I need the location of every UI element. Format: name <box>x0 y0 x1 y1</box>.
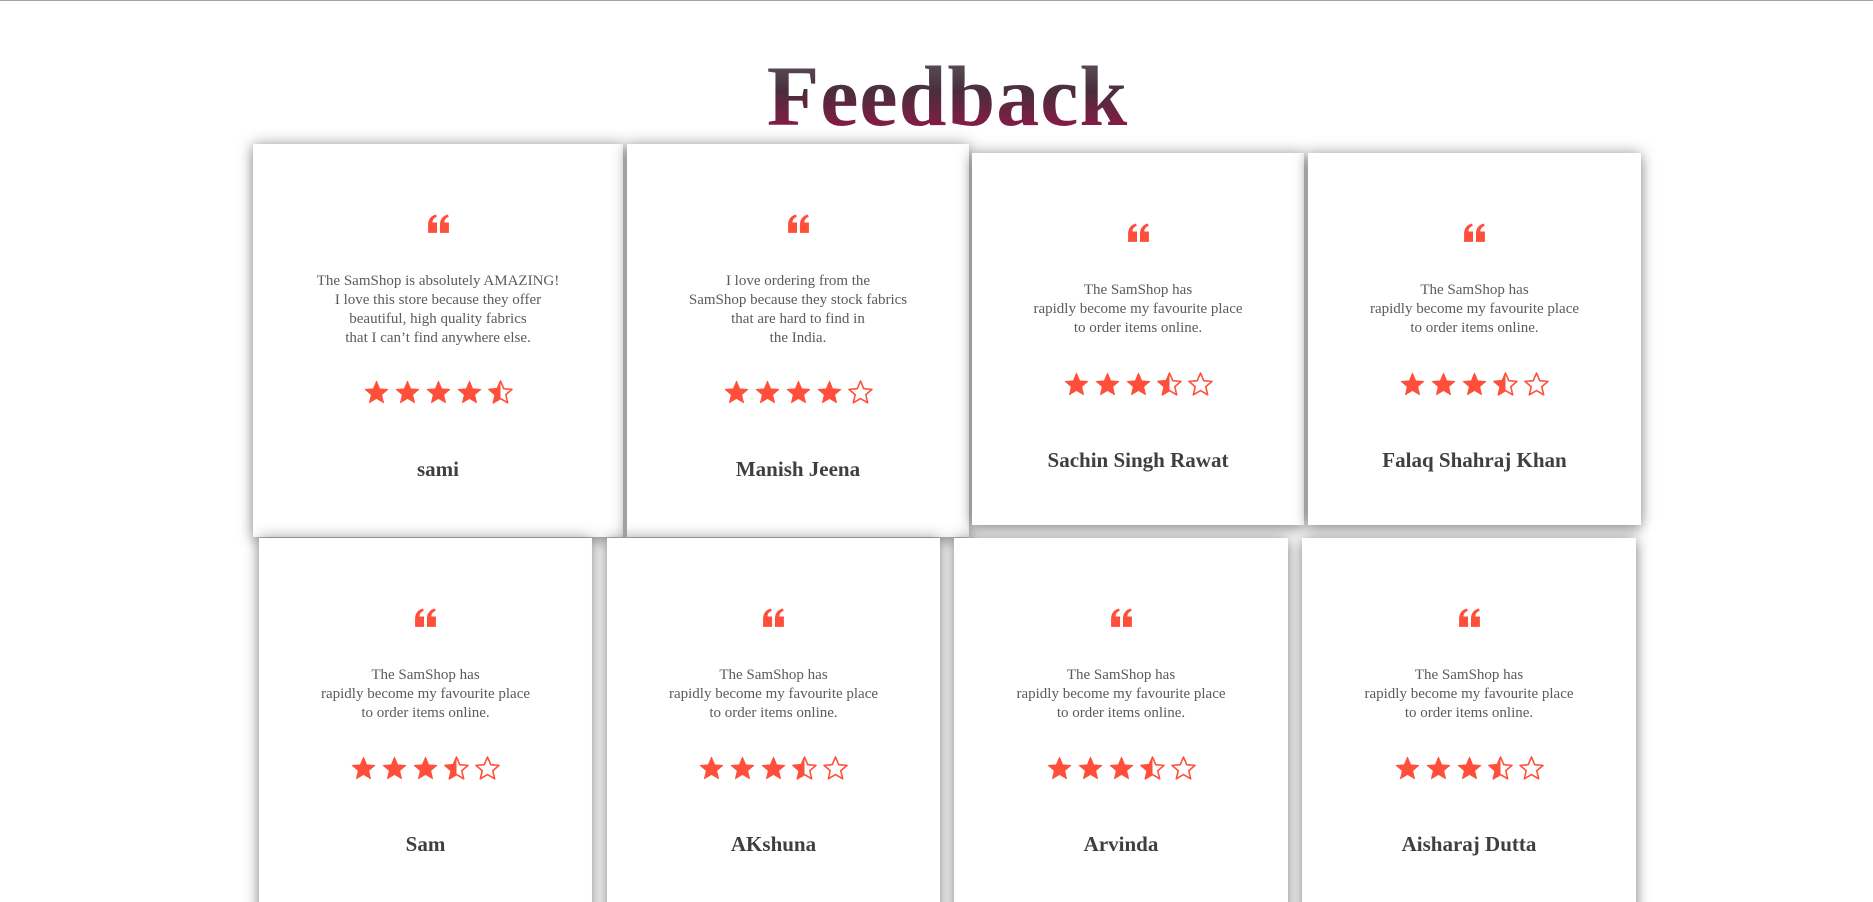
star-full-icon <box>1462 372 1487 396</box>
star-full-icon <box>1047 756 1071 780</box>
star-rating <box>259 755 592 782</box>
star-empty-icon <box>1170 756 1196 780</box>
star-half-icon <box>792 756 817 780</box>
star-full-icon <box>699 756 724 780</box>
review-text: The SamShop has rapidly become my favour… <box>320 667 531 721</box>
star-half-icon <box>1487 756 1513 780</box>
star-rating <box>1302 755 1636 782</box>
quote-icon <box>627 214 969 233</box>
star-full-icon <box>730 756 755 780</box>
star-rating <box>627 379 969 406</box>
feedback-card: The SamShop has rapidly become my favour… <box>1302 538 1636 902</box>
star-full-icon <box>1078 756 1102 780</box>
star-full-icon <box>457 380 481 404</box>
reviewer-name: Sachin Singh Rawat <box>1047 448 1229 472</box>
star-half-icon <box>444 756 469 780</box>
reviewer-name: Manish Jeena <box>735 457 861 481</box>
star-full-icon <box>817 380 841 404</box>
reviewer-name: AKshuna <box>730 832 817 856</box>
star-rating <box>607 755 940 782</box>
review-text: The SamShop has rapidly become my favour… <box>1033 282 1243 336</box>
reviewer-name: Falaq Shahraj Khan <box>1382 448 1567 472</box>
star-rating <box>954 755 1288 782</box>
quote-icon <box>954 608 1288 627</box>
star-full-icon <box>724 380 748 404</box>
star-half-icon <box>1493 372 1518 396</box>
page-title-text: Feedback <box>766 48 1129 144</box>
page-title: Feedback <box>0 46 1873 146</box>
star-full-icon <box>382 756 407 780</box>
star-rating <box>1308 371 1641 398</box>
star-full-icon <box>351 756 376 780</box>
star-full-icon <box>1126 372 1150 396</box>
star-empty-icon <box>823 756 848 780</box>
star-full-icon <box>1431 372 1456 396</box>
quote-icon <box>1308 223 1641 242</box>
review-text: The SamShop is absolutely AMAZING! I lov… <box>316 273 560 346</box>
reviewer-name: Aisharaj Dutta <box>1401 832 1537 856</box>
star-half-icon <box>1156 372 1182 396</box>
star-half-icon <box>487 380 513 404</box>
star-empty-icon <box>1518 756 1544 780</box>
review-text: I love ordering from the SamShop because… <box>688 273 908 346</box>
quote-icon <box>607 608 940 627</box>
feedback-card: The SamShop is absolutely AMAZING! I lov… <box>253 144 623 537</box>
feedback-card: The SamShop has rapidly become my favour… <box>607 538 940 902</box>
star-rating <box>972 371 1304 398</box>
star-empty-icon <box>1524 372 1549 396</box>
quote-icon <box>259 608 592 627</box>
review-text: The SamShop has rapidly become my favour… <box>1016 667 1226 721</box>
star-rating <box>253 379 623 406</box>
star-full-icon <box>1457 756 1481 780</box>
review-text: The SamShop has rapidly become my favour… <box>1364 667 1574 721</box>
star-full-icon <box>426 380 450 404</box>
star-full-icon <box>395 380 419 404</box>
star-full-icon <box>1426 756 1450 780</box>
reviewer-name: sami <box>417 457 459 481</box>
feedback-card: The SamShop has rapidly become my favour… <box>1308 153 1641 525</box>
star-full-icon <box>1095 372 1119 396</box>
top-divider <box>0 0 1873 1</box>
feedback-card: The SamShop has rapidly become my favour… <box>954 538 1288 902</box>
star-empty-icon <box>475 756 500 780</box>
review-text: The SamShop has rapidly become my favour… <box>1369 282 1580 336</box>
star-full-icon <box>364 380 388 404</box>
star-full-icon <box>1064 372 1088 396</box>
review-text: The SamShop has rapidly become my favour… <box>668 667 879 721</box>
reviewer-name: Sam <box>405 832 446 856</box>
feedback-card: The SamShop has rapidly become my favour… <box>259 538 592 902</box>
star-full-icon <box>761 756 786 780</box>
quote-icon <box>972 223 1304 242</box>
star-full-icon <box>755 380 779 404</box>
feedback-card: The SamShop has rapidly become my favour… <box>972 153 1304 525</box>
quote-icon <box>253 214 623 233</box>
star-full-icon <box>1395 756 1419 780</box>
star-full-icon <box>413 756 438 780</box>
star-half-icon <box>1139 756 1165 780</box>
feedback-card: I love ordering from the SamShop because… <box>627 144 969 537</box>
quote-icon <box>1302 608 1636 627</box>
star-empty-icon <box>847 380 873 404</box>
star-empty-icon <box>1187 372 1213 396</box>
star-full-icon <box>1400 372 1425 396</box>
reviewer-name: Arvinda <box>1083 832 1159 856</box>
star-full-icon <box>1109 756 1133 780</box>
star-full-icon <box>786 380 810 404</box>
